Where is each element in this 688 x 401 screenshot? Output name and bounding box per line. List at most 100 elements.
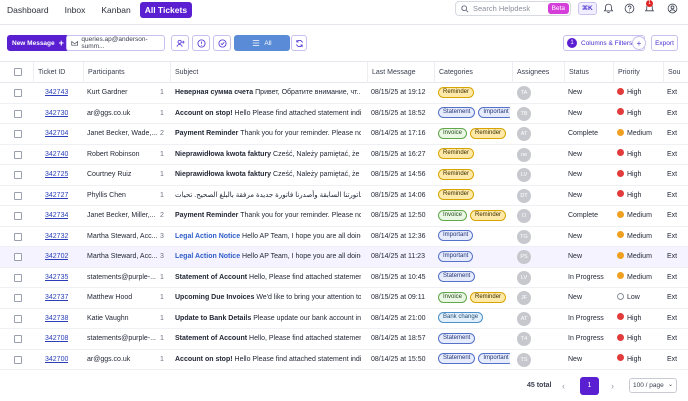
export-button[interactable]: Export (651, 35, 678, 51)
table-row[interactable]: 342735 statements@purple-... 1 Statement of… (0, 268, 688, 288)
table-row[interactable]: 342727 Phyllis Chen 1 خطأ في فاتورتنا السا… (0, 186, 688, 206)
ticket-id-link[interactable]: 342734 (45, 206, 68, 226)
row-checkbox[interactable] (14, 130, 22, 138)
subject[interactable]: Nieprawidłowa kwota faktury Cześć, Należ… (175, 165, 361, 185)
subject[interactable]: Payment Reminder Thank you for your remi… (175, 206, 361, 226)
select-all-checkbox[interactable] (14, 68, 22, 76)
subject[interactable]: Неверная сумма счета Привет, Обратите вн… (175, 83, 361, 103)
refresh-button[interactable] (291, 35, 307, 51)
col-last-message[interactable]: Last Message (367, 62, 416, 83)
assignee-avatar[interactable]: TS (517, 352, 531, 367)
col-categories[interactable]: Categories (434, 62, 473, 83)
row-checkbox[interactable] (14, 171, 22, 179)
priority-button[interactable] (192, 35, 210, 51)
row-checkbox[interactable] (14, 212, 22, 220)
table-row[interactable]: 342708 statements@purple-... 1 Statement of… (0, 329, 688, 350)
view-all-button[interactable]: All (234, 35, 290, 51)
assignee-avatar[interactable]: TB (517, 106, 531, 121)
ticket-id-link[interactable]: 342708 (45, 329, 68, 349)
row-checkbox[interactable] (14, 294, 22, 302)
bell-icon[interactable] (603, 3, 614, 14)
table-row[interactable]: 342730 ar@ggs.co.uk 1 Account on stop! Hell… (0, 104, 688, 124)
table-row[interactable]: 342738 Katie Vaughn 1 Update to Bank Detail… (0, 309, 688, 329)
row-checkbox[interactable] (14, 273, 22, 282)
table-row[interactable]: 342725 Courtney Ruiz 1 Nieprawidłowa kwota … (0, 165, 688, 186)
subject[interactable]: Statement of Account Hello, Please find … (175, 329, 361, 349)
table-row[interactable]: 342737 Matthew Hood 1 Upcoming Due Invoices… (0, 288, 688, 309)
assign-user-button[interactable] (171, 35, 189, 51)
nav-kanban[interactable]: Kanban (101, 5, 130, 15)
mailbox-selector[interactable]: queries.ap@anderson-summ... (66, 35, 165, 51)
nav-inbox[interactable]: Inbox (65, 5, 86, 15)
subject[interactable]: Account on stop! Hello Please find attac… (175, 350, 361, 370)
ticket-id-link[interactable]: 342725 (45, 165, 68, 185)
assignee-avatar[interactable]: LV (517, 270, 531, 285)
subject[interactable]: Statement of Account Hello, Please find … (175, 268, 361, 288)
ticket-id-link[interactable]: 342735 (45, 268, 68, 288)
row-checkbox[interactable] (14, 314, 22, 323)
table-row[interactable]: 342704 Janet Becker, Wade,... 2 Payment Rem… (0, 124, 688, 145)
assignee-avatar[interactable]: T4 (517, 332, 531, 346)
col-source[interactable]: Sou (663, 62, 680, 83)
ticket-id-link[interactable]: 342730 (45, 104, 68, 124)
assignee-avatar[interactable]: TG (517, 229, 531, 244)
col-priority[interactable]: Priority (613, 62, 640, 83)
help-icon[interactable] (624, 3, 635, 14)
assignee-avatar[interactable]: AT (517, 127, 531, 141)
col-status[interactable]: Status (564, 62, 589, 83)
subject[interactable]: Update to Bank Details Please update our… (175, 309, 361, 329)
subject[interactable]: Upcoming Due Invoices We'd like to bring… (175, 288, 361, 308)
row-checkbox[interactable] (14, 191, 22, 200)
ticket-id-link[interactable]: 342702 (45, 247, 68, 267)
assignee-avatar[interactable]: LV (517, 168, 531, 182)
col-participants[interactable]: Participants (83, 62, 125, 83)
assignee-avatar[interactable]: TA (517, 86, 531, 100)
ticket-id-link[interactable]: 342700 (45, 350, 68, 370)
table-row[interactable]: 342702 Martha Steward, Acc... 3 Legal Actio… (0, 247, 688, 268)
col-ticket-id[interactable]: Ticket ID (33, 62, 65, 83)
table-row[interactable]: 342734 Janet Becker, Miller,... 2 Payment R… (0, 206, 688, 227)
nav-all-tickets[interactable]: All Tickets (139, 2, 193, 18)
add-filter-button[interactable]: + (632, 36, 646, 50)
new-message-button[interactable]: New Message + (7, 35, 69, 51)
row-checkbox[interactable] (14, 253, 22, 261)
assignee-avatar[interactable]: JF (517, 291, 531, 305)
subject[interactable]: خطأ في فاتورتنا السابقة وأصدرنا فاتورة ج… (175, 186, 361, 206)
ticket-id-link[interactable]: 342732 (45, 227, 68, 247)
user-avatar-icon[interactable] (667, 3, 678, 14)
assignee-avatar[interactable]: PS (517, 250, 531, 264)
subject[interactable]: Legal Action Notice Hello AP Team, I hop… (175, 227, 361, 247)
ticket-id-link[interactable]: 342738 (45, 309, 68, 329)
search-input[interactable]: Search Helpdesk Beta (455, 1, 571, 16)
row-checkbox[interactable] (14, 355, 22, 364)
row-checkbox[interactable] (14, 335, 22, 343)
col-assignees[interactable]: Assignees (512, 62, 549, 83)
assignee-avatar[interactable]: DT (517, 188, 531, 203)
assignee-avatar[interactable]: ne (517, 147, 531, 162)
table-row[interactable]: 342700 ar@ggs.co.uk 1 Account on stop! Hell… (0, 350, 688, 370)
per-page-select[interactable]: 100 / page ⌄ (629, 378, 677, 393)
assignee-avatar[interactable]: AT (517, 311, 531, 326)
subject[interactable]: Nieprawidłowa kwota faktury Cześć, Należ… (175, 145, 361, 165)
col-subject[interactable]: Subject (170, 62, 198, 83)
ticket-id-link[interactable]: 342727 (45, 186, 68, 206)
subject[interactable]: Payment Reminder Thank you for your remi… (175, 124, 361, 144)
next-page-icon[interactable]: › (611, 376, 614, 396)
ticket-id-link[interactable]: 342740 (45, 145, 68, 165)
subject[interactable]: Legal Action Notice Hello AP Team, I hop… (175, 247, 361, 267)
row-checkbox[interactable] (14, 109, 22, 118)
ticket-id-link[interactable]: 342704 (45, 124, 68, 144)
row-checkbox[interactable] (14, 150, 22, 159)
assignee-avatar[interactable]: Ŋ (517, 209, 531, 223)
table-row[interactable]: 342732 Martha Steward, Acc... 3 Legal Actio… (0, 227, 688, 247)
row-checkbox[interactable] (14, 232, 22, 241)
table-row[interactable]: 342740 Robert Robinson 1 Nieprawidłowa kwot… (0, 145, 688, 165)
prev-page-icon[interactable]: ‹ (562, 376, 565, 396)
page-1-button[interactable]: 1 (580, 377, 599, 395)
row-checkbox[interactable] (14, 89, 22, 97)
shortcut-badge[interactable]: ⌘K (578, 2, 597, 15)
ticket-id-link[interactable]: 342743 (45, 83, 68, 103)
nav-dashboard[interactable]: Dashboard (7, 5, 49, 15)
subject[interactable]: Account on stop! Hello Please find attac… (175, 104, 361, 124)
table-row[interactable]: 342743 Kurt Gardner 1 Неверная сумма счета … (0, 83, 688, 104)
